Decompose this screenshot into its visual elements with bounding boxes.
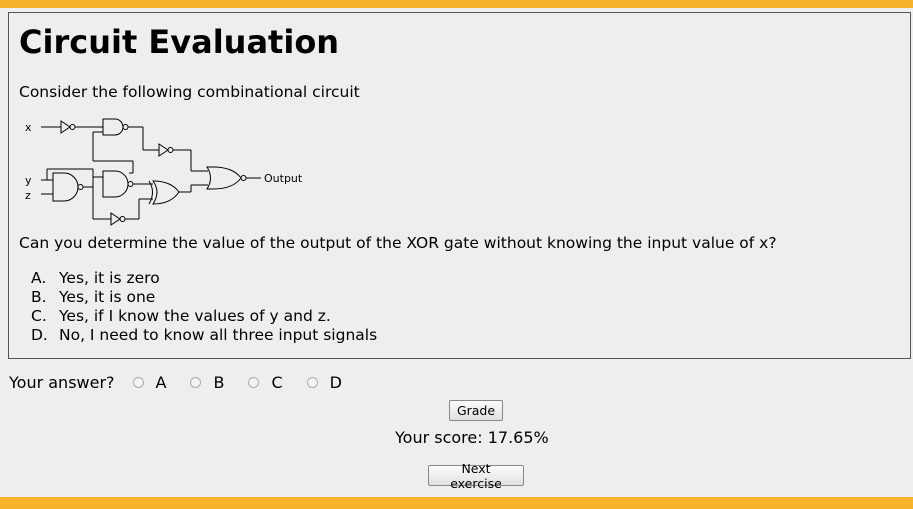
circuit-diagram: x y z Output [25,118,303,226]
top-accent-bar [0,0,913,8]
input-label-x: x [25,121,32,134]
radio-d[interactable] [306,376,318,388]
options-list: A. Yes, it is zero B. Yes, it is one C. Yes… [31,269,377,345]
option-c: C. Yes, if I know the values of y and z. [31,307,331,325]
option-a: A. Yes, it is zero [31,269,160,287]
bottom-accent-bar [0,497,913,509]
answer-row: Your answer? A B C D [9,371,366,393]
page-title: Circuit Evaluation [19,23,340,61]
input-label-y: y [25,174,32,187]
score-text: Your score: 17.65% [395,428,549,447]
answer-option-c[interactable]: C [248,373,283,392]
exercise-panel: Circuit Evaluation Consider the followin… [8,12,911,359]
option-d: D. No, I need to know all three input sig… [31,326,378,344]
answer-option-d[interactable]: D [306,373,342,392]
answer-option-a[interactable]: A [132,373,166,392]
radio-c[interactable] [248,376,260,388]
answer-prompt: Your answer? [9,372,115,392]
next-exercise-button[interactable]: Next exercise [428,461,524,491]
grade-button[interactable]: Grade [449,400,503,421]
option-b: B. Yes, it is one [31,288,156,306]
radio-b[interactable] [190,376,202,388]
radio-a[interactable] [132,376,144,388]
output-label: Output [264,172,303,185]
input-label-z: z [25,189,31,202]
answer-option-b[interactable]: B [190,373,224,392]
question-text: Can you determine the value of the outpu… [19,234,777,252]
exercise-intro: Consider the following combinational cir… [19,83,360,101]
